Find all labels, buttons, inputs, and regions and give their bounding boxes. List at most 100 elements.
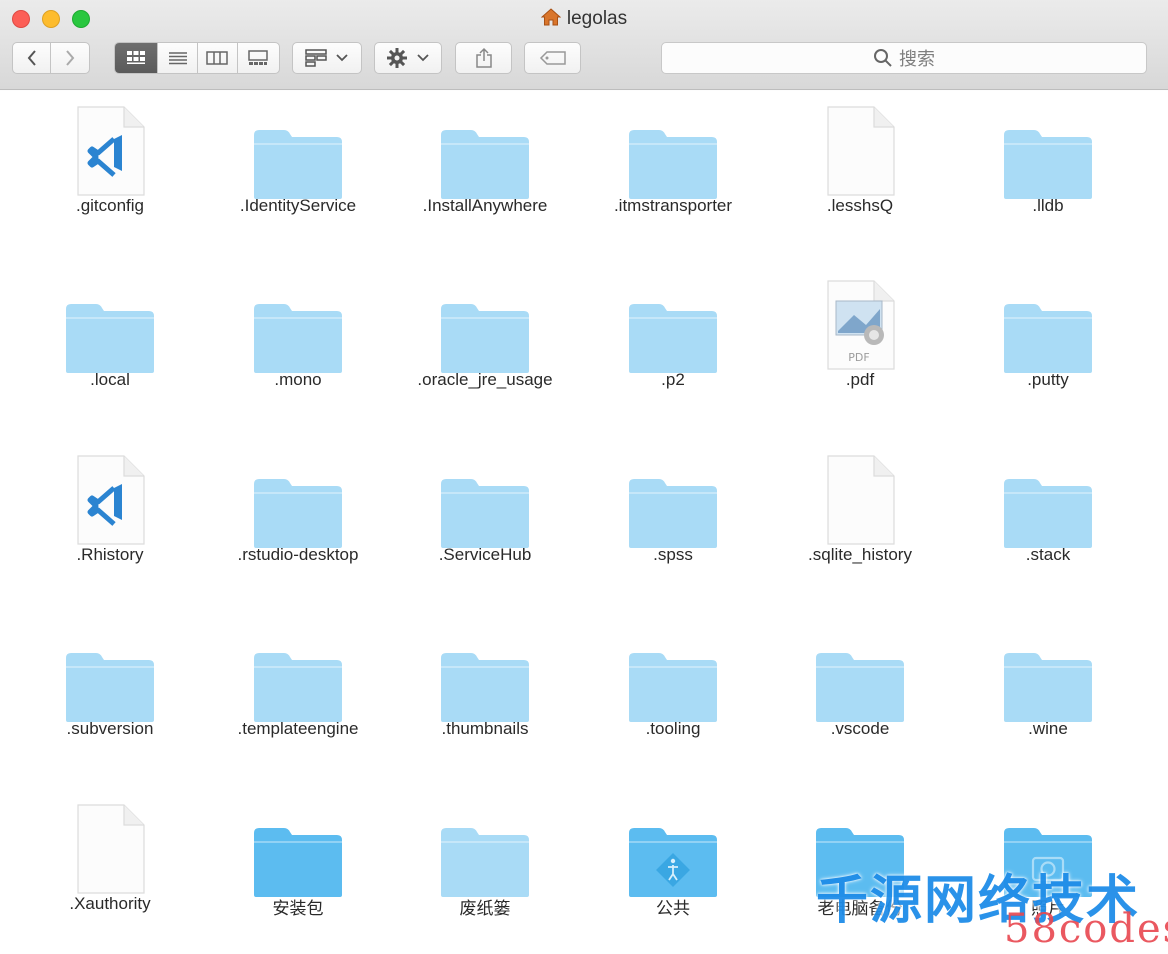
document-icon — [770, 436, 950, 546]
file-item[interactable]: .oracle_jre_usage — [395, 265, 575, 415]
folder-icon — [395, 91, 575, 201]
file-item[interactable]: .lesshsQ — [770, 91, 950, 241]
file-item[interactable]: .spss — [583, 440, 763, 590]
action-button[interactable] — [374, 42, 442, 74]
forward-button[interactable] — [51, 43, 89, 73]
folder-icon — [395, 789, 575, 899]
chevron-down-icon — [336, 54, 348, 62]
file-name: .lldb — [1032, 196, 1064, 215]
tag-icon — [539, 51, 566, 65]
window-title: legolas — [0, 8, 1168, 30]
file-item[interactable]: .mono — [208, 265, 388, 415]
list-view-button[interactable] — [158, 43, 198, 73]
share-button[interactable] — [455, 42, 512, 74]
document-icon — [20, 785, 200, 895]
icon-view-icon — [127, 51, 146, 64]
file-name: .spss — [653, 545, 693, 564]
file-name: .thumbnails — [441, 719, 529, 738]
file-item[interactable]: PDF .pdf — [770, 265, 950, 415]
folder-icon — [958, 614, 1138, 724]
file-name: .local — [90, 370, 130, 389]
file-name: .IdentityService — [239, 196, 357, 215]
file-item[interactable]: .p2 — [583, 265, 763, 415]
column-view-button[interactable] — [198, 43, 238, 73]
file-name: .tooling — [645, 719, 701, 738]
chevron-down-icon — [417, 54, 429, 62]
file-name: 废纸篓 — [459, 899, 511, 918]
file-name: .ServiceHub — [438, 545, 532, 564]
chevron-left-icon — [27, 50, 36, 66]
file-item[interactable]: 安装包 — [208, 789, 388, 939]
file-name: .itmstransporter — [613, 196, 733, 215]
file-item[interactable]: .local — [20, 265, 200, 415]
file-item[interactable]: .subversion — [20, 614, 200, 764]
tags-button[interactable] — [524, 42, 581, 74]
back-button[interactable] — [13, 43, 52, 73]
folder-icon — [583, 789, 763, 899]
document-icon: PDF — [770, 261, 950, 371]
file-name: .Xauthority — [69, 894, 151, 913]
window-title-text: legolas — [566, 8, 628, 29]
file-name: .stack — [1025, 545, 1071, 564]
file-item[interactable]: .InstallAnywhere — [395, 91, 575, 241]
file-name: .pdf — [845, 370, 875, 389]
search-field[interactable]: 搜索 — [661, 42, 1147, 74]
gallery-view-icon — [248, 50, 268, 65]
file-item[interactable]: .templateengine — [208, 614, 388, 764]
share-icon — [475, 47, 492, 68]
folder-icon — [208, 440, 388, 550]
file-name: .subversion — [66, 719, 154, 738]
file-item[interactable]: .lldb — [958, 91, 1138, 241]
svg-text:PDF: PDF — [848, 351, 869, 364]
file-item[interactable]: .itmstransporter — [583, 91, 763, 241]
file-name: .gitconfig — [75, 196, 145, 215]
file-name: .wine — [1028, 719, 1068, 738]
file-item[interactable]: .stack — [958, 440, 1138, 590]
folder-icon — [958, 440, 1138, 550]
gallery-view-button[interactable] — [238, 43, 279, 73]
file-item[interactable]: .thumbnails — [395, 614, 575, 764]
folder-icon — [958, 91, 1138, 201]
document-icon — [20, 87, 200, 197]
file-name: .InstallAnywhere — [422, 196, 548, 215]
arrange-button[interactable] — [292, 42, 362, 74]
file-item[interactable]: .ServiceHub — [395, 440, 575, 590]
document-icon — [770, 87, 950, 197]
file-item[interactable]: .tooling — [583, 614, 763, 764]
folder-icon — [770, 614, 950, 724]
folder-icon — [208, 614, 388, 724]
folder-icon — [20, 265, 200, 375]
file-item[interactable]: .IdentityService — [208, 91, 388, 241]
title-bar: legolas 搜索 — [0, 0, 1168, 90]
file-name: .putty — [1027, 370, 1069, 389]
folder-icon — [208, 91, 388, 201]
file-name: .vscode — [830, 719, 890, 738]
finder-window: legolas 搜索 .gitconfig .IdentityService .… — [0, 0, 1168, 954]
file-item[interactable]: .vscode — [770, 614, 950, 764]
document-icon — [20, 436, 200, 546]
group-icon — [305, 49, 327, 67]
file-item[interactable]: .sqlite_history — [770, 440, 950, 590]
file-item[interactable]: .putty — [958, 265, 1138, 415]
file-item[interactable]: .gitconfig — [20, 91, 200, 241]
file-name: 安装包 — [272, 899, 324, 918]
file-item[interactable]: .Xauthority — [20, 789, 200, 939]
folder-icon — [20, 614, 200, 724]
home-icon — [540, 8, 562, 26]
watermark-subtitle: 58codes — [1004, 906, 1168, 952]
folder-icon — [208, 265, 388, 375]
folder-icon — [395, 614, 575, 724]
file-item[interactable]: .Rhistory — [20, 440, 200, 590]
file-item[interactable]: .rstudio-desktop — [208, 440, 388, 590]
search-icon — [874, 49, 892, 67]
icon-view-button[interactable] — [115, 43, 159, 73]
file-name: .rstudio-desktop — [237, 545, 359, 564]
list-view-icon — [168, 52, 187, 65]
file-name: .Rhistory — [76, 545, 144, 564]
column-view-icon — [206, 51, 228, 65]
file-grid: .gitconfig .IdentityService .InstallAnywhe… — [0, 91, 1168, 954]
file-item[interactable]: 废纸篓 — [395, 789, 575, 939]
gear-icon — [387, 48, 407, 68]
file-item[interactable]: 公共 — [583, 789, 763, 939]
file-item[interactable]: .wine — [958, 614, 1138, 764]
